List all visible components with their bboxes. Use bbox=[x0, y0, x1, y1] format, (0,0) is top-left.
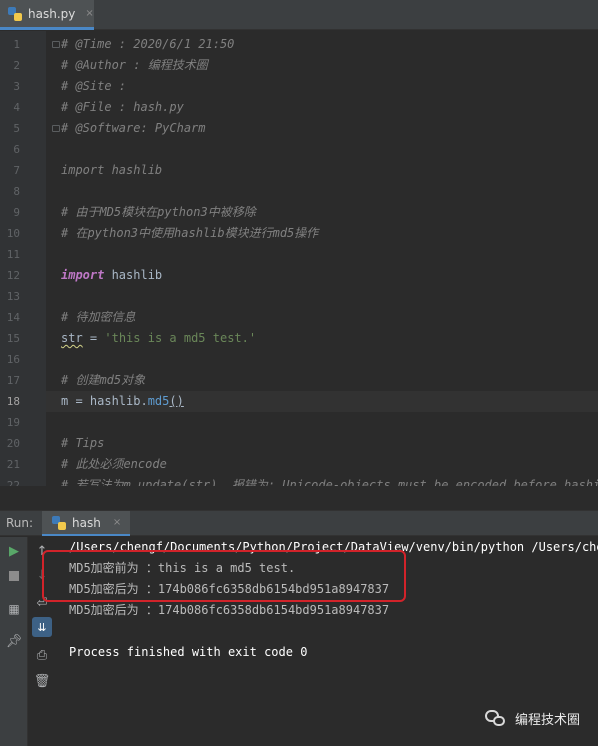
line-number: 13 bbox=[6, 290, 20, 303]
code-line[interactable]: # 若写法为m.update(str) 报错为: Unicode-objects… bbox=[61, 475, 598, 486]
line-number: 22 bbox=[6, 479, 20, 486]
console-output-line: MD5加密后为 ：174b086fc6358db6154bd951a894783… bbox=[69, 603, 390, 617]
code-line[interactable]: # @Time : 2020/6/1 21:50 bbox=[61, 34, 598, 55]
code-line[interactable]: # @File : hash.py bbox=[61, 97, 598, 118]
fold-marker-icon[interactable] bbox=[52, 125, 60, 132]
trash-icon[interactable]: 🗑︎ bbox=[32, 671, 52, 691]
line-number: 20 bbox=[6, 437, 20, 450]
layout-icon[interactable]: ▦ bbox=[4, 599, 24, 619]
code-line[interactable]: # @Software: PyCharm bbox=[61, 118, 598, 139]
line-number: 2 bbox=[13, 59, 20, 72]
line-number: 17 bbox=[6, 374, 20, 387]
line-number: 6 bbox=[13, 143, 20, 156]
watermark-text: 编程技术圈 bbox=[514, 713, 580, 728]
line-number: 16 bbox=[6, 353, 20, 366]
line-number: 19 bbox=[6, 416, 20, 429]
print-icon[interactable]: ⎙ bbox=[32, 645, 52, 665]
line-number: 12 bbox=[6, 269, 20, 282]
line-number: 9 bbox=[13, 206, 20, 219]
line-number: 4 bbox=[13, 101, 20, 114]
code-line[interactable]: # @Site : bbox=[61, 76, 598, 97]
python-file-icon bbox=[52, 515, 66, 530]
run-panel-header: Run: hash × bbox=[0, 510, 598, 536]
highlight-annotation-box bbox=[42, 550, 406, 602]
code-line[interactable]: # 由于MD5模块在python3中被移除 bbox=[61, 202, 598, 223]
code-line[interactable]: # 在python3中使用hashlib模块进行md5操作 bbox=[61, 223, 598, 244]
line-number: 21 bbox=[6, 458, 20, 471]
line-number: 1 bbox=[13, 38, 20, 51]
code-line[interactable]: import hashlib bbox=[61, 265, 598, 286]
editor-tab-bar: hash.py × bbox=[0, 0, 598, 30]
pin-icon[interactable]: 📌︎ bbox=[4, 631, 24, 651]
fold-marker-icon[interactable] bbox=[52, 41, 60, 48]
run-tab-hash[interactable]: hash × bbox=[42, 511, 130, 536]
close-icon[interactable]: × bbox=[113, 517, 121, 528]
line-number: 7 bbox=[13, 164, 20, 177]
scroll-to-end-icon[interactable]: ⇊ bbox=[32, 617, 52, 637]
code-line[interactable]: m = hashlib.md5() bbox=[46, 391, 598, 412]
code-line[interactable]: # 创建md5对象 bbox=[61, 370, 598, 391]
line-number-gutter: 1 2 3 4 5 6 7 8 9 10 11 12 13 14 15 16 17 18 19 20 21 22 bbox=[0, 31, 46, 486]
code-editor[interactable]: 1 2 3 4 5 6 7 8 9 10 11 12 13 14 15 16 17 18 19 20 21 22 # @T… bbox=[0, 31, 598, 486]
code-line[interactable]: # 待加密信息 bbox=[61, 307, 598, 328]
line-number: 5 bbox=[13, 122, 20, 135]
line-number: 8 bbox=[13, 185, 20, 198]
code-line[interactable]: # Tips bbox=[61, 433, 598, 454]
code-line[interactable] bbox=[61, 139, 598, 160]
console-output-line: Process finished with exit code 0 bbox=[69, 645, 308, 659]
close-icon[interactable]: × bbox=[85, 8, 93, 19]
line-number: 15 bbox=[6, 332, 20, 345]
code-line[interactable] bbox=[61, 349, 598, 370]
line-number: 3 bbox=[13, 80, 20, 93]
code-line[interactable]: # 此处必须encode bbox=[61, 454, 598, 475]
line-number: 18 bbox=[6, 395, 20, 408]
line-number: 11 bbox=[6, 248, 20, 261]
code-line[interactable] bbox=[61, 412, 598, 433]
python-file-icon bbox=[8, 6, 22, 21]
code-line[interactable] bbox=[61, 244, 598, 265]
code-line[interactable]: str = 'this is a md5 test.' bbox=[61, 328, 598, 349]
code-line[interactable] bbox=[61, 181, 598, 202]
tab-hash-py[interactable]: hash.py × bbox=[0, 0, 94, 30]
run-label: Run: bbox=[6, 516, 34, 530]
run-toolbar: ▶ ▦ 📌︎ bbox=[0, 537, 28, 746]
wechat-icon bbox=[484, 709, 507, 728]
code-line[interactable]: import hashlib bbox=[61, 160, 598, 181]
rerun-icon[interactable]: ▶ bbox=[4, 541, 24, 561]
line-number: 14 bbox=[6, 311, 20, 324]
stop-icon[interactable] bbox=[4, 566, 24, 586]
line-number: 10 bbox=[6, 227, 20, 240]
run-tab-label: hash bbox=[72, 515, 101, 530]
watermark: 编程技术圈 bbox=[484, 709, 580, 728]
code-line[interactable]: # @Author : 编程技术圈 bbox=[61, 55, 598, 76]
tab-label: hash.py bbox=[28, 6, 76, 21]
code-line[interactable] bbox=[61, 286, 598, 307]
